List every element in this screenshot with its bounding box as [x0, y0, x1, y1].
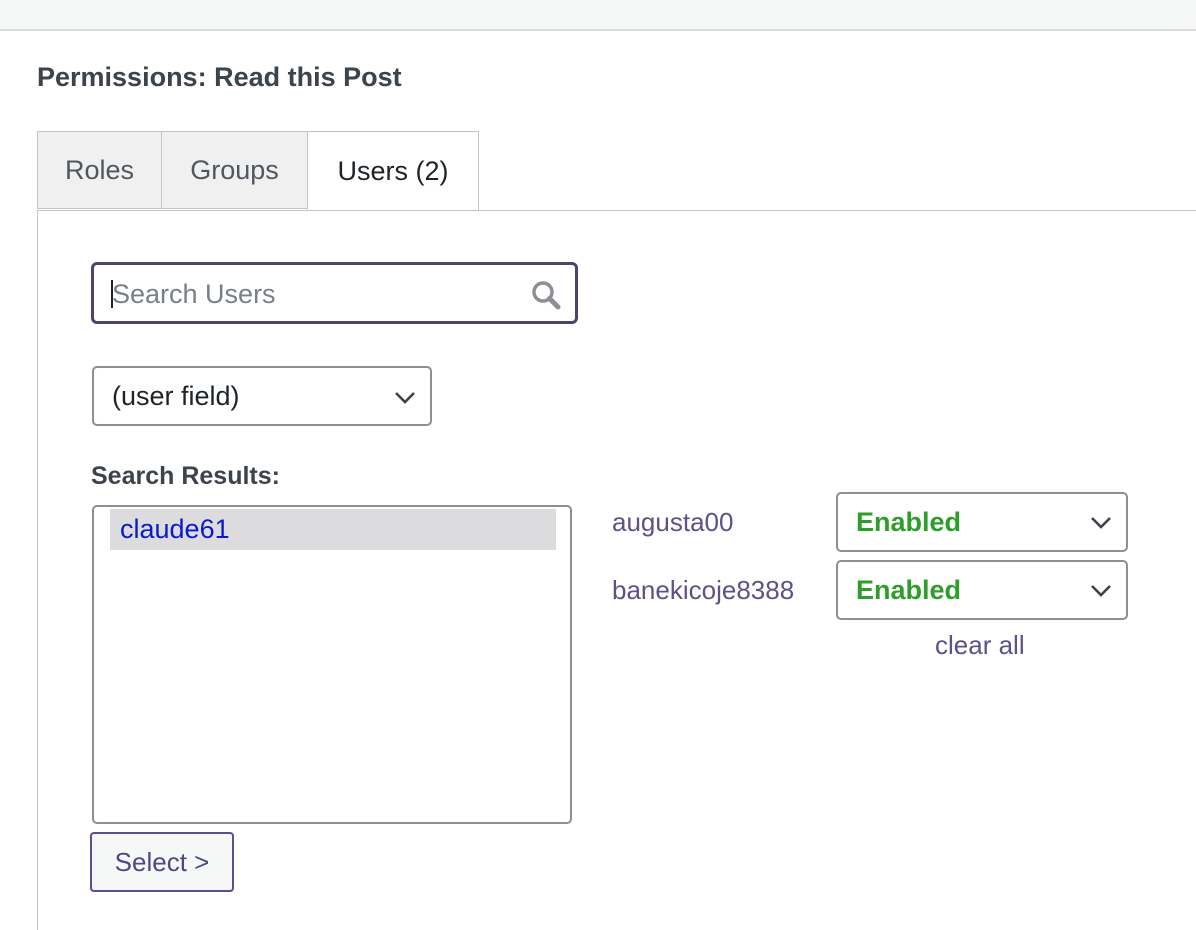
search-users-input[interactable] — [110, 265, 514, 323]
page-title: Permissions: Read this Post — [37, 62, 402, 92]
search-results-list[interactable]: claude61 — [92, 505, 572, 824]
select-button[interactable]: Select > — [90, 832, 234, 892]
user-status-value: Enabled — [856, 575, 962, 605]
search-users-box — [91, 262, 578, 324]
chevron-down-icon — [1091, 517, 1111, 529]
user-status-value: Enabled — [856, 507, 962, 537]
result-item[interactable]: claude61 — [110, 509, 556, 550]
tab-users-label: Users (2) — [337, 156, 449, 186]
user-status-select[interactable]: Enabled — [836, 560, 1128, 620]
tab-groups[interactable]: Groups — [161, 131, 308, 209]
tab-users[interactable]: Users (2) — [307, 131, 479, 211]
tab-groups-label: Groups — [190, 154, 279, 185]
tab-roles-label: Roles — [64, 154, 135, 185]
tab-roles[interactable]: Roles — [37, 131, 162, 209]
clear-all-link[interactable]: clear all — [935, 630, 1025, 661]
chevron-down-icon — [1091, 585, 1111, 597]
search-results-label: Search Results: — [91, 462, 280, 490]
search-icon[interactable] — [530, 279, 562, 311]
text-caret — [111, 280, 113, 308]
chevron-down-icon — [395, 392, 415, 404]
user-field-select-value: (user field) — [112, 381, 240, 411]
assigned-user-name: banekicoje8388 — [612, 575, 795, 605]
user-field-select[interactable]: (user field) — [92, 366, 432, 426]
user-status-select[interactable]: Enabled — [836, 492, 1128, 552]
top-bar — [0, 0, 1196, 31]
assigned-user-name: augusta00 — [612, 507, 734, 537]
